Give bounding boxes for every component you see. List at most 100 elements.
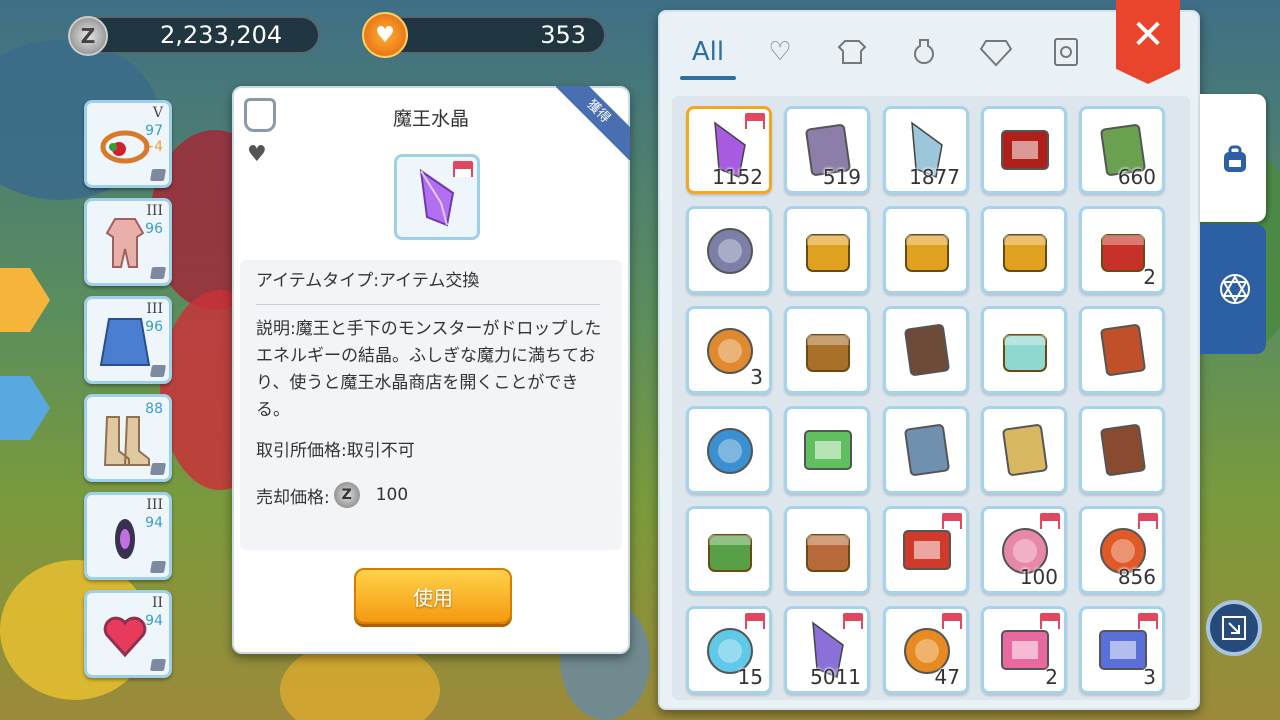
inventory-slot[interactable] <box>784 206 870 294</box>
shop-icon <box>1040 613 1060 629</box>
inventory-slot[interactable] <box>981 106 1067 194</box>
gold-chest-icon <box>1003 234 1047 272</box>
equip-card-icon <box>149 561 167 573</box>
inventory-panel: All ♡ 1152 519 1877 660 2 3 100 856 15 5011 47 2 3 <box>658 10 1200 710</box>
inventory-slot[interactable]: 519 <box>784 106 870 194</box>
gold-chest-icon <box>806 234 850 272</box>
inventory-slot[interactable] <box>981 406 1067 494</box>
item-quantity: 1877 <box>909 165 960 189</box>
inventory-slot[interactable]: 856 <box>1079 506 1165 594</box>
boots-icon <box>103 416 150 466</box>
equip-slot-headgear[interactable]: V 97 +4 <box>84 100 172 188</box>
inventory-slot[interactable] <box>686 506 772 594</box>
inventory-slot[interactable]: 3 <box>686 306 772 394</box>
zeny-coin-icon: Z <box>333 482 360 508</box>
acquired-ribbon-label: 獲得 <box>556 86 630 160</box>
inventory-slot[interactable] <box>686 406 772 494</box>
shop-icon <box>843 613 863 629</box>
sell-price-row: 売却価格: Z 100 <box>256 482 408 508</box>
inventory-slot[interactable] <box>686 206 772 294</box>
mystery-box-icon <box>708 534 752 572</box>
inventory-grid: 1152 519 1877 660 2 3 100 856 15 5011 47 2 3 <box>672 96 1190 700</box>
close-button[interactable]: ✕ <box>1116 0 1180 84</box>
potion-tab-icon[interactable] <box>894 24 954 80</box>
red-treasure-chest-icon <box>1101 234 1145 272</box>
item-quantity: 1152 <box>712 165 763 189</box>
use-button[interactable]: 使用 <box>354 568 512 624</box>
item-quantity: 3 <box>750 365 763 389</box>
shop-icon <box>745 613 765 629</box>
inventory-slot[interactable]: 5011 <box>784 606 870 694</box>
green-ticket-icon <box>804 430 852 470</box>
inventory-slot[interactable]: 1152 <box>686 106 772 194</box>
shop-icon <box>453 161 473 177</box>
equip-card-icon <box>149 463 167 475</box>
inventory-slot[interactable] <box>883 406 969 494</box>
inventory-slot[interactable]: 2 <box>1079 206 1165 294</box>
heart-ring-icon <box>103 616 147 658</box>
inventory-slot[interactable]: 47 <box>883 606 969 694</box>
item-quantity: 2 <box>1143 265 1156 289</box>
equip-slot-armor[interactable]: III 96 <box>84 198 172 286</box>
inventory-slot[interactable]: 100 <box>981 506 1067 594</box>
inventory-slot[interactable] <box>981 206 1067 294</box>
item-quantity: 660 <box>1117 165 1156 189</box>
inventory-slot[interactable] <box>1079 406 1165 494</box>
equip-card-icon <box>149 169 167 181</box>
tab-all[interactable]: All <box>678 24 738 80</box>
trade-price: 取引所価格:取引不可 <box>256 441 415 461</box>
inventory-slot[interactable]: 2 <box>981 606 1067 694</box>
item-quantity: 15 <box>737 665 763 689</box>
inventory-slot[interactable] <box>784 406 870 494</box>
wreath-icon <box>100 130 150 164</box>
costume-side-button[interactable] <box>0 268 50 332</box>
acquired-ribbon: 獲得 <box>556 86 630 160</box>
item-quantity: 47 <box>934 665 960 689</box>
inventory-tabs: All ♡ <box>674 24 1104 82</box>
inventory-slot[interactable] <box>1079 306 1165 394</box>
shop-icon <box>942 613 962 629</box>
inventory-slot[interactable] <box>784 506 870 594</box>
equip-rank: II <box>151 595 163 611</box>
armor-tab-icon[interactable] <box>822 24 882 80</box>
equip-card-icon <box>149 659 167 671</box>
gem-tab-icon[interactable] <box>966 24 1026 80</box>
item-type: アイテムタイプ:アイテム交換 <box>256 271 480 291</box>
equip-card-icon <box>149 365 167 377</box>
inventory-slot[interactable]: 1877 <box>883 106 969 194</box>
shop-icon <box>745 113 765 129</box>
book-icon <box>904 324 950 376</box>
equip-slot-accessory-1[interactable]: III 94 <box>84 492 172 580</box>
sell-price-label: 売却価格: <box>256 487 330 508</box>
satchel-icon <box>806 534 850 572</box>
equip-slot-shoes[interactable]: 88 <box>84 394 172 482</box>
side-tab-bag[interactable] <box>1200 94 1266 222</box>
sell-price-value: 100 <box>375 485 409 505</box>
inventory-slot[interactable] <box>883 506 969 594</box>
item-quantity: 2 <box>1045 665 1058 689</box>
inventory-slot[interactable] <box>883 206 969 294</box>
red-book-icon <box>1100 324 1146 376</box>
equip-slot-accessory-2[interactable]: II 94 <box>84 590 172 678</box>
inventory-slot[interactable]: 660 <box>1079 106 1165 194</box>
inventory-slot[interactable]: 3 <box>1079 606 1165 694</box>
card-tab-icon[interactable] <box>1036 24 1096 80</box>
shop-icon <box>1040 513 1060 529</box>
corner-button[interactable] <box>1206 600 1262 656</box>
character-side-button[interactable] <box>0 376 50 440</box>
side-tab-magic[interactable] <box>1200 224 1266 354</box>
bodysuit-icon <box>105 218 145 268</box>
tab-all-label: All <box>691 37 725 67</box>
favorite-heart-icon[interactable]: ♥ <box>247 144 267 166</box>
equip-slot-garment[interactable]: III 96 <box>84 296 172 384</box>
item-icon-frame <box>394 154 480 240</box>
heart-tab-icon[interactable]: ♡ <box>750 24 810 80</box>
inventory-slot[interactable] <box>784 306 870 394</box>
cape-icon <box>99 318 151 366</box>
shop-icon <box>942 513 962 529</box>
item-quantity: 3 <box>1143 665 1156 689</box>
inventory-slot[interactable] <box>883 306 969 394</box>
inventory-slot[interactable]: 15 <box>686 606 772 694</box>
inventory-slot[interactable] <box>981 306 1067 394</box>
gold-chest-icon <box>905 234 949 272</box>
